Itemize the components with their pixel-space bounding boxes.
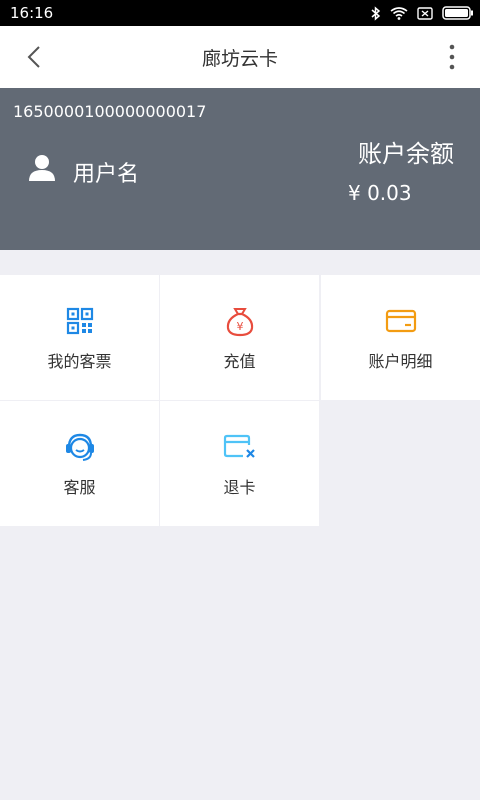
- menu-item-recharge[interactable]: ¥ 充值: [160, 275, 319, 400]
- card-cancel-icon: [223, 432, 257, 462]
- battery-icon: [442, 6, 474, 20]
- svg-text:¥: ¥: [236, 320, 243, 333]
- menu-item-label: 充值: [223, 352, 256, 371]
- status-time: 16:16: [10, 4, 54, 22]
- more-vertical-icon: [449, 44, 455, 70]
- wifi-icon: [390, 6, 408, 20]
- status-bar: 16:16: [0, 0, 480, 26]
- user-icon: [29, 155, 55, 181]
- sim-icon: [417, 6, 433, 20]
- user-avatar: [28, 154, 56, 186]
- menu-item-label: 账户明细: [368, 352, 433, 371]
- menu-item-customer-service[interactable]: 客服: [0, 401, 159, 526]
- user-name: 用户名: [73, 162, 140, 187]
- money-bag-icon: ¥: [225, 306, 255, 337]
- card-icon: [385, 306, 417, 336]
- account-card: 1650000100000000017 用户名 账户余额 ¥ 0.03: [0, 88, 480, 250]
- bluetooth-icon: [371, 5, 381, 21]
- balance-value: ¥ 0.03: [348, 181, 412, 205]
- menu-item-account-details[interactable]: 账户明细: [321, 275, 480, 400]
- menu-item-return-card[interactable]: 退卡: [160, 401, 319, 526]
- menu-item-label: 客服: [63, 478, 96, 497]
- menu-item-my-tickets[interactable]: 我的客票: [0, 275, 159, 400]
- customer-service-icon: [63, 432, 97, 462]
- menu-item-label: 我的客票: [47, 352, 112, 371]
- app-bar: 廊坊云卡: [0, 26, 480, 88]
- qr-code-icon: [66, 306, 94, 336]
- menu-item-label: 退卡: [223, 478, 256, 497]
- chevron-left-icon: [27, 46, 40, 68]
- status-icons: [371, 5, 474, 21]
- card-number: 1650000100000000017: [13, 102, 207, 121]
- back-button[interactable]: [20, 42, 50, 72]
- balance-label: 账户余额: [358, 140, 454, 168]
- more-button[interactable]: [446, 42, 458, 72]
- page-title: 廊坊云卡: [201, 47, 278, 70]
